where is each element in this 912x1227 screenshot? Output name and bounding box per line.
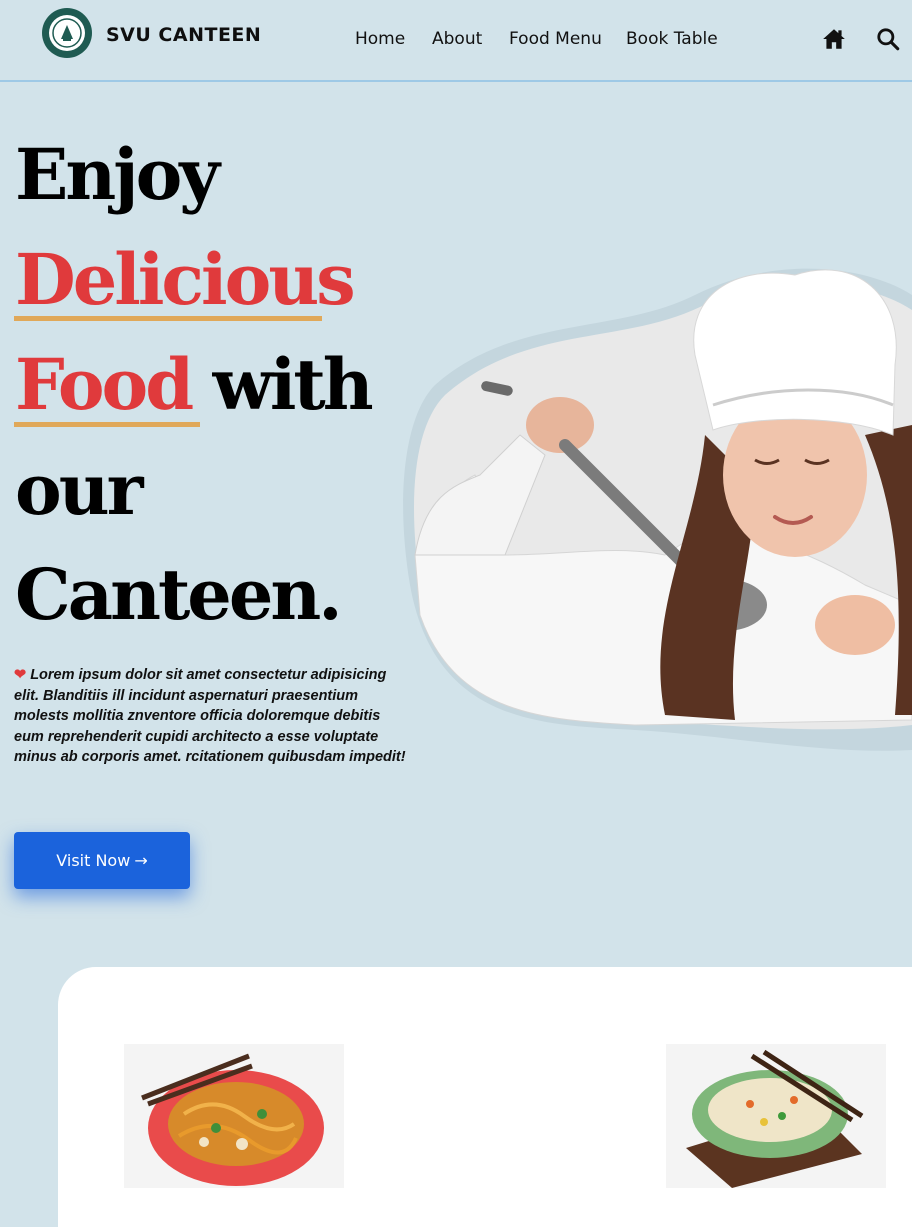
chef-girl-illustration [403,268,912,751]
top-navbar: SVU CANTEEN Home About Food Menu Book Ta… [0,0,912,82]
university-logo[interactable] [41,7,93,59]
nav-book-table[interactable]: Book Table [626,29,718,49]
visit-now-label: Visit Now [56,851,131,870]
nav-about[interactable]: About [432,29,482,49]
headline-line-enjoy: Enjoy [15,133,220,216]
food-underline [14,422,200,427]
menu-card-fried-rice[interactable] [666,1044,886,1188]
fried-rice-dish-image [666,1044,886,1188]
visit-now-button[interactable]: Visit Now → [14,832,190,889]
headline-line-delicious: Delicious [15,238,356,321]
heart-icon: ❤ [14,667,27,683]
nav-home[interactable]: Home [355,29,405,49]
noodles-dish-image [124,1044,344,1188]
headline-line-our: our [15,448,143,531]
home-icon[interactable] [821,26,847,52]
headline-line-canteen: Canteen. [15,553,343,636]
headline-word-food: Food [15,343,194,426]
intro-paragraph: Lorem ipsum dolor sit amet consectetur a… [14,667,406,766]
search-icon[interactable] [875,26,901,52]
menu-card-noodles[interactable] [124,1044,344,1188]
brand-name[interactable]: SVU CANTEEN [106,24,261,46]
nav-food-menu[interactable]: Food Menu [509,29,602,49]
headline-line-food-with: Food with [15,350,374,420]
headline-word-with: with [191,343,374,426]
arrow-right-icon: → [134,851,148,870]
hero-intro-text: ❤ Lorem ipsum dolor sit amet consectetur… [14,665,414,768]
delicious-underline [14,316,322,321]
